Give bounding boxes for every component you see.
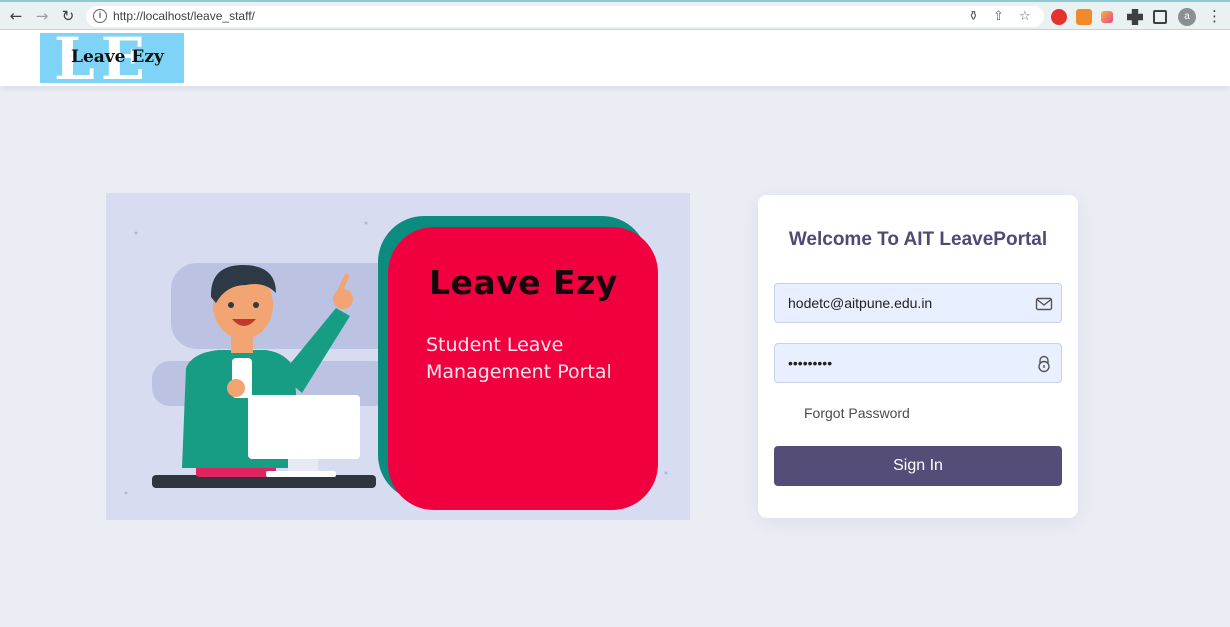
hero-illustration: Leave Ezy Student Leave Management Porta… — [106, 193, 690, 520]
reload-icon[interactable]: ↻ — [59, 7, 77, 25]
color-picker-extension-icon[interactable] — [1101, 11, 1113, 23]
profile-avatar[interactable]: a — [1178, 8, 1196, 26]
login-card: Welcome To AIT LeavePortal Forgot Passwo… — [758, 195, 1078, 518]
eye-left — [228, 302, 234, 308]
hero-subtitle-line1: Student Leave — [426, 334, 564, 356]
extensions-puzzle-icon[interactable] — [1127, 9, 1143, 25]
leave-ezy-logo[interactable]: LE Leave Ezy — [40, 33, 184, 83]
site-info-icon[interactable]: i — [93, 9, 107, 23]
back-arrow-icon[interactable]: ← — [7, 7, 25, 25]
browser-menu-icon[interactable]: ⋮ — [1207, 7, 1222, 25]
share-icon[interactable]: ⇧ — [993, 9, 1004, 24]
eye-right — [253, 302, 259, 308]
address-url[interactable]: http://localhost/leave_staff/ — [113, 9, 255, 23]
email-input[interactable] — [775, 284, 1025, 322]
hero-title: Leave Ezy — [429, 263, 618, 302]
monitor-stand — [288, 459, 318, 473]
hero-subtitle: Student Leave Management Portal — [426, 332, 646, 386]
lock-icon — [1038, 355, 1050, 373]
forward-arrow-icon[interactable]: → — [33, 7, 51, 25]
password-input[interactable] — [775, 344, 1025, 382]
envelope-icon — [1035, 297, 1053, 311]
login-title: Welcome To AIT LeavePortal — [788, 229, 1048, 250]
metamask-fox-icon[interactable] — [1076, 9, 1092, 25]
address-bar[interactable]: i http://localhost/leave_staff/ ⚱ ⇧ ☆ — [86, 6, 1044, 27]
hand-phone — [227, 379, 245, 397]
monitor — [248, 395, 360, 459]
browser-toolbar: ← → ↻ i http://localhost/leave_staff/ ⚱ … — [0, 0, 1230, 30]
logo-text: Leave Ezy — [71, 47, 164, 67]
brave-shield-icon[interactable] — [1051, 9, 1067, 25]
hand-raised — [333, 289, 353, 309]
sign-in-button[interactable]: Sign In — [774, 446, 1062, 486]
hero-subtitle-line2: Management Portal — [426, 361, 612, 383]
star-icon[interactable]: ☆ — [1019, 9, 1031, 24]
email-field[interactable] — [774, 283, 1062, 323]
forgot-password-link[interactable]: Forgot Password — [804, 405, 910, 421]
bg-pill-top — [171, 263, 401, 349]
key-icon[interactable]: ⚱ — [968, 9, 979, 24]
site-header: LE Leave Ezy — [0, 30, 1230, 86]
side-panel-icon[interactable] — [1153, 10, 1167, 24]
password-field[interactable] — [774, 343, 1062, 383]
monitor-base — [266, 471, 336, 477]
